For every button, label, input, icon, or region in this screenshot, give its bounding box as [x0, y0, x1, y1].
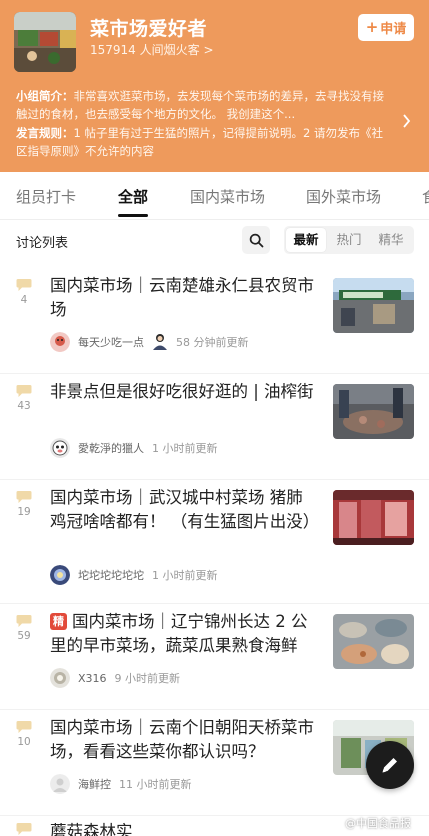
avatar[interactable] — [50, 438, 70, 458]
post-title[interactable]: 精国内菜市场｜辽宁锦州长达 2 公里的早市菜场，蔬菜瓜果熟食海鲜 — [50, 610, 318, 658]
featured-badge: 精 — [50, 613, 67, 630]
search-button[interactable] — [242, 226, 270, 254]
search-icon — [249, 233, 263, 247]
chevron-right-icon[interactable] — [402, 114, 411, 132]
comment-bubble-icon — [16, 385, 32, 397]
post-title-text: 国内菜市场｜云南个旧朝阳天桥菜市场，看看这些菜你都认识吗？ — [50, 718, 314, 761]
post-author[interactable]: 海鲜控 — [78, 776, 111, 792]
comment-count-value: 43 — [17, 400, 31, 412]
comment-bubble-icon — [16, 279, 32, 291]
group-rules[interactable]: 发言规则：1 帖子里有过于生猛的照片，记得提前说明。2 请勿发布《社区指导原则》… — [16, 124, 394, 160]
post-time: 1 小时前更新 — [152, 442, 218, 455]
post-author[interactable]: 坨坨坨坨坨坨 — [78, 567, 144, 583]
post-time: 1 小时前更新 — [152, 569, 218, 582]
post-title-text: 国内菜市场｜辽宁锦州长达 2 公里的早市菜场，蔬菜瓜果熟食海鲜 — [50, 612, 308, 655]
post-title[interactable]: 国内菜市场｜武汉城中村菜场 猪肺鸡冠啥啥都有！ （有生猛图片出没） — [50, 486, 320, 534]
apply-button-label: 申请 — [380, 22, 407, 37]
post-author[interactable]: 愛乾淨的獵人 — [78, 440, 144, 456]
group-title: 菜市场爱好者 — [90, 18, 208, 40]
post-time: 11 小时前更新 — [119, 778, 192, 791]
post-item[interactable]: 43 非景点但是很好吃很好逛的 | 油榨街 愛乾淨的獵人 1 小时前更新 — [0, 374, 429, 480]
avatar[interactable] — [50, 565, 70, 585]
tab-foreign-markets[interactable]: 国外菜市场 — [306, 186, 381, 207]
sort-featured[interactable]: 精华 — [371, 226, 411, 254]
comment-count: 4 — [14, 278, 34, 306]
apply-button[interactable]: + 申请 — [358, 14, 414, 41]
post-time: 58 分钟前更新 — [176, 336, 249, 349]
post-meta: 海鲜控 11 小时前更新 — [50, 774, 192, 794]
user-badge-icon — [153, 334, 167, 350]
group-header: 菜市场爱好者 157914 人间烟火客 > + 申请 小组简介：非常喜欢逛菜市场… — [0, 0, 429, 172]
post-meta: 愛乾淨的獵人 1 小时前更新 — [50, 438, 218, 458]
post-meta: X316 9 小时前更新 — [50, 668, 180, 688]
post-title-text: 国内菜市场｜云南楚雄永仁县农贸市场 — [50, 276, 314, 319]
post-meta: 每天少吃一点 58 分钟前更新 — [50, 332, 249, 352]
post-title-text: 国内菜市场｜武汉城中村菜场 猪肺鸡冠啥啥都有！ （有生猛图片出没） — [50, 488, 320, 531]
comment-count: 19 — [14, 490, 34, 518]
post-time: 9 小时前更新 — [114, 672, 181, 685]
sort-hot[interactable]: 热门 — [329, 226, 369, 254]
post-title[interactable]: 非景点但是很好吃很好逛的 | 油榨街 — [50, 380, 318, 404]
post-author[interactable]: 每天少吃一点 — [78, 334, 144, 350]
post-thumbnail[interactable] — [333, 614, 414, 669]
comment-count-value: 59 — [17, 630, 31, 642]
tab-food[interactable]: 食 — [422, 186, 429, 207]
tab-domestic-markets[interactable]: 国内菜市场 — [190, 186, 265, 207]
comment-bubble-icon — [16, 721, 32, 733]
group-intro[interactable]: 小组简介：非常喜欢逛菜市场，去发现每个菜市场的差异，去寻找没有接触过的食材，也去… — [16, 87, 394, 123]
post-item[interactable]: 19 国内菜市场｜武汉城中村菜场 猪肺鸡冠啥啥都有！ （有生猛图片出没） 坨坨坨… — [0, 480, 429, 604]
group-cover-image[interactable] — [14, 12, 76, 72]
watermark: @中国食品报 — [345, 817, 411, 830]
comment-count-value: 4 — [20, 294, 28, 306]
post-thumbnail[interactable] — [333, 278, 414, 333]
avatar[interactable] — [50, 774, 70, 794]
comment-bubble-icon — [16, 491, 32, 503]
comment-count: 43 — [14, 384, 34, 412]
sort-latest[interactable]: 最新 — [286, 228, 326, 252]
post-title-text: 非景点但是很好吃很好逛的 | 油榨街 — [50, 382, 314, 401]
post-title[interactable]: 国内菜市场｜云南个旧朝阳天桥菜市场，看看这些菜你都认识吗？ — [50, 716, 318, 764]
category-tabs: 组员打卡 全部 国内菜市场 国外菜市场 食 — [0, 172, 429, 220]
sort-toggle: 最新 热门 精华 — [284, 226, 414, 254]
comment-count-value: 19 — [17, 506, 31, 518]
comment-bubble-icon — [16, 823, 32, 835]
post-author[interactable]: X316 — [78, 672, 107, 685]
post-title-partial[interactable]: 蘑菇森林实 — [50, 818, 330, 836]
tab-all[interactable]: 全部 — [118, 186, 148, 207]
post-thumbnail[interactable] — [333, 384, 414, 439]
post-item[interactable]: 4 国内菜市场｜云南楚雄永仁县农贸市场 每天少吃一点 58 分钟前更新 — [0, 268, 429, 374]
avatar[interactable] — [50, 668, 70, 688]
active-tab-indicator — [118, 214, 148, 217]
comment-bubble-icon — [16, 615, 32, 627]
intro-label: 小组简介： — [16, 89, 74, 103]
group-members-link[interactable]: 157914 人间烟火客 > — [90, 41, 214, 58]
comment-count-value: 10 — [17, 736, 31, 748]
comment-count: 10 — [14, 720, 34, 748]
discussion-list-title: 讨论列表 — [16, 236, 69, 251]
comment-count: 59 — [14, 614, 34, 642]
post-item[interactable]: 59 精国内菜市场｜辽宁锦州长达 2 公里的早市菜场，蔬菜瓜果熟食海鲜 X316… — [0, 604, 429, 710]
tab-checkin[interactable]: 组员打卡 — [16, 186, 76, 207]
avatar[interactable] — [50, 332, 70, 352]
rules-label: 发言规则： — [16, 126, 74, 140]
post-item[interactable]: 10 国内菜市场｜云南个旧朝阳天桥菜市场，看看这些菜你都认识吗？ 海鲜控 11 … — [0, 710, 429, 816]
post-title[interactable]: 国内菜市场｜云南楚雄永仁县农贸市场 — [50, 274, 318, 322]
plus-icon: + — [365, 18, 379, 36]
post-thumbnail[interactable] — [333, 490, 414, 545]
compose-post-button[interactable] — [366, 741, 414, 789]
pencil-icon — [382, 758, 397, 773]
post-meta: 坨坨坨坨坨坨 1 小时前更新 — [50, 565, 218, 585]
